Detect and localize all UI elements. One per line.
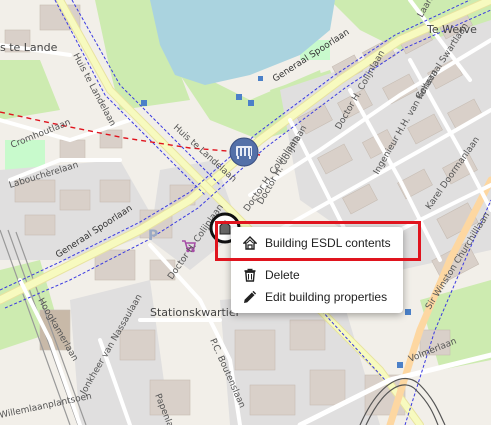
pencil-icon: [239, 289, 261, 305]
parking-icon: P: [148, 228, 158, 244]
menu-divider: [231, 259, 403, 260]
place-label: s te Lande: [0, 41, 58, 54]
place-label: Stationskwartier: [150, 306, 241, 319]
asset-marker-icon[interactable]: [229, 137, 259, 167]
menu-item-label: Building ESDL contents: [265, 236, 391, 250]
menu-item-label: Delete: [265, 268, 300, 282]
context-menu: Building ESDL contents Delete Edit build…: [231, 227, 403, 313]
building-esdl-contents-menu-item[interactable]: Building ESDL contents: [231, 232, 403, 254]
building-icon: [239, 236, 261, 250]
place-label: Te Werve: [426, 23, 477, 36]
delete-menu-item[interactable]: Delete: [231, 264, 403, 286]
map-canvas[interactable]: P Generaal Spoorlaan Generaal Spoorlaan …: [0, 0, 491, 425]
trash-icon: [239, 268, 261, 282]
edit-building-properties-menu-item[interactable]: Edit building properties: [231, 286, 403, 308]
menu-item-label: Edit building properties: [265, 290, 388, 304]
